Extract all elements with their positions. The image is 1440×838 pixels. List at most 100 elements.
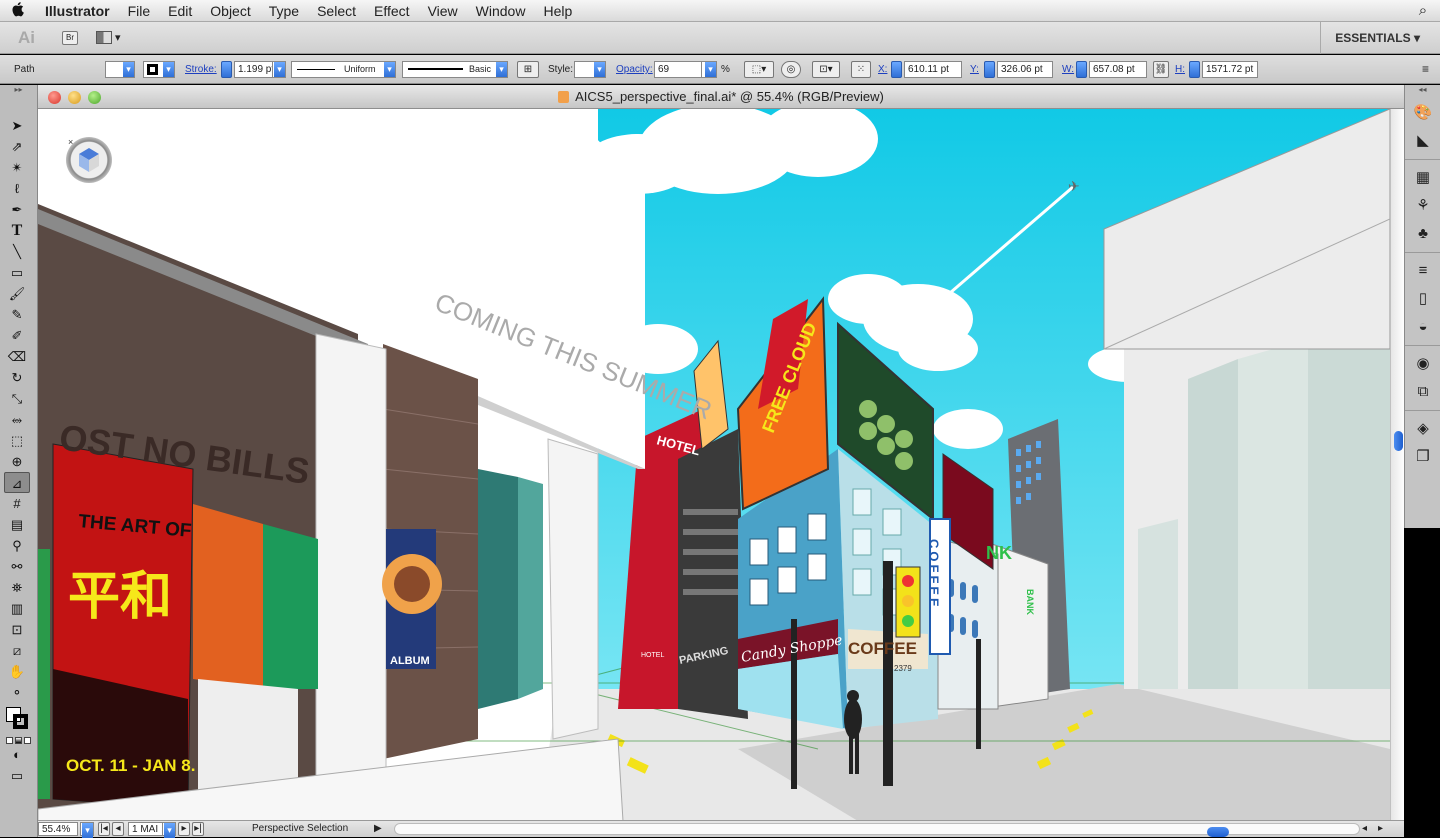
color-panel-icon[interactable]: 🎨	[1405, 99, 1440, 127]
width-tool-icon[interactable]: ⥈	[4, 409, 30, 430]
stroke-panel-icon[interactable]: ≡	[1405, 257, 1440, 285]
arrange-documents-button[interactable]: ▾	[96, 30, 124, 46]
artboard-field[interactable]: 1 MAI	[128, 822, 164, 836]
horizontal-scrollbar[interactable]	[394, 823, 1360, 837]
apple-menu-icon[interactable]	[0, 1, 36, 21]
menu-effect[interactable]: Effect	[365, 0, 419, 22]
current-tool-status[interactable]: Perspective Selection	[252, 822, 348, 836]
artboard-dropdown[interactable]	[162, 822, 176, 838]
none-mode-icon[interactable]	[24, 737, 31, 744]
gradient-panel-icon[interactable]: ▯	[1405, 285, 1440, 313]
free-transform-tool-icon[interactable]: ⬚	[4, 430, 30, 451]
h-stepper[interactable]	[1189, 61, 1200, 78]
spotlight-search-icon[interactable]: ⌕	[1406, 2, 1440, 19]
stroke-label-link[interactable]: Stroke:	[185, 61, 217, 78]
hand-tool-icon[interactable]: ✋	[4, 661, 30, 682]
horizontal-scroll-thumb[interactable]	[1207, 827, 1229, 837]
menu-window[interactable]: Window	[467, 0, 535, 22]
opacity-dropdown[interactable]	[701, 61, 717, 78]
perspective-artwork[interactable]: ✈ COMING THIS SUMMER OST NO BILLS THE AR…	[38, 109, 1390, 821]
stroke-weight-stepper[interactable]	[221, 61, 232, 78]
gradient-tool-icon[interactable]: ▤	[4, 514, 30, 535]
menu-file[interactable]: File	[119, 0, 160, 22]
symbols-panel-icon[interactable]: ♣	[1405, 220, 1440, 248]
menu-type[interactable]: Type	[260, 0, 308, 22]
graphic-styles-panel-icon[interactable]: ⧉	[1405, 378, 1440, 406]
blob-brush-tool-icon[interactable]: ✐	[4, 325, 30, 346]
transform-reference-button[interactable]: ⊡▾	[812, 61, 840, 78]
opacity-field[interactable]: 69	[654, 61, 702, 78]
mesh-tool-icon[interactable]: #	[4, 493, 30, 514]
menu-view[interactable]: View	[419, 0, 467, 22]
color-mode-icon[interactable]	[6, 737, 13, 744]
scale-tool-icon[interactable]: ⤡	[4, 388, 30, 409]
stroke-weight-dropdown[interactable]	[272, 61, 286, 78]
stroke-color-dropdown[interactable]	[143, 61, 175, 78]
minimize-window-button[interactable]	[68, 91, 81, 104]
zoom-window-button[interactable]	[88, 91, 101, 104]
menu-help[interactable]: Help	[534, 0, 581, 22]
gradient-mode-icon[interactable]	[15, 737, 22, 744]
close-grid-icon[interactable]: ×	[68, 137, 73, 147]
slice-tool-icon[interactable]: ⧄	[4, 640, 30, 661]
paintbrush-tool-icon[interactable]: 🖌	[4, 283, 30, 304]
menu-app-name[interactable]: Illustrator	[36, 0, 119, 22]
eyedropper-tool-icon[interactable]: ⚲	[4, 535, 30, 556]
vertical-scrollbar[interactable]	[1390, 109, 1404, 821]
fill-color-dropdown[interactable]	[105, 61, 135, 78]
last-artboard-button[interactable]: ▸|	[192, 822, 204, 836]
opacity-label-link[interactable]: Opacity:	[616, 61, 653, 78]
screen-mode-icon[interactable]: ▭	[4, 765, 30, 786]
eraser-tool-icon[interactable]: ⌫	[4, 346, 30, 367]
y-field[interactable]: 326.06 pt	[997, 61, 1053, 78]
collapse-dock-icon[interactable]: ▸▸	[0, 85, 37, 95]
close-window-button[interactable]	[48, 91, 61, 104]
vertical-scroll-thumb[interactable]	[1394, 431, 1403, 451]
expand-dock-icon[interactable]: ◂◂	[1405, 85, 1440, 95]
perspective-grid-tool-icon[interactable]: ⊿	[4, 472, 30, 493]
brush-definition-dropdown[interactable]: Basic	[402, 61, 508, 78]
rotate-tool-icon[interactable]: ↻	[4, 367, 30, 388]
zoom-level-dropdown[interactable]	[80, 822, 94, 838]
panel-menu-icon[interactable]: ≡	[1422, 61, 1429, 78]
w-field[interactable]: 657.08 pt	[1089, 61, 1147, 78]
direct-selection-tool-icon[interactable]: ⇗	[4, 136, 30, 157]
menu-edit[interactable]: Edit	[159, 0, 201, 22]
status-menu-arrow-icon[interactable]: ▶	[374, 822, 382, 836]
isolation-mode-icon[interactable]: ◎	[781, 61, 801, 78]
previous-artboard-button[interactable]: ◂	[112, 822, 124, 836]
rectangle-tool-icon[interactable]: ▭	[4, 262, 30, 283]
h-field[interactable]: 1571.72 pt	[1202, 61, 1258, 78]
lasso-tool-icon[interactable]: ℓ	[4, 178, 30, 199]
pencil-tool-icon[interactable]: ✎	[4, 304, 30, 325]
scroll-right-arrow-icon[interactable]: ▸	[1378, 822, 1383, 836]
y-stepper[interactable]	[984, 61, 995, 78]
document-title-bar[interactable]: AICS5_perspective_final.ai* @ 55.4% (RGB…	[38, 85, 1404, 109]
align-stroke-button[interactable]: ⊞	[517, 61, 539, 78]
type-tool-icon[interactable]: T	[4, 220, 30, 241]
blend-tool-icon[interactable]: ⚯	[4, 556, 30, 577]
menu-object[interactable]: Object	[201, 0, 259, 22]
perspective-plane-widget[interactable]: ×	[66, 137, 112, 183]
x-label[interactable]: X:	[878, 61, 887, 78]
variable-width-dropdown[interactable]: Uniform	[291, 61, 396, 78]
constrain-proportions-icon[interactable]: ⛓	[1153, 61, 1169, 78]
menu-select[interactable]: Select	[308, 0, 365, 22]
layers-panel-icon[interactable]: ◈	[1405, 415, 1440, 443]
x-stepper[interactable]	[891, 61, 902, 78]
stroke-swatch[interactable]	[13, 714, 28, 729]
artboards-panel-icon[interactable]: ❐	[1405, 443, 1440, 471]
brushes-panel-icon[interactable]: ⚘	[1405, 192, 1440, 220]
w-stepper[interactable]	[1076, 61, 1087, 78]
x-field[interactable]: 610.11 pt	[904, 61, 962, 78]
shape-builder-tool-icon[interactable]: ⊕	[4, 451, 30, 472]
stroke-weight-field[interactable]: 1.199 pt	[234, 61, 274, 78]
recolor-artwork-button[interactable]: ⬚▾	[744, 61, 774, 78]
magic-wand-tool-icon[interactable]: ✴	[4, 157, 30, 178]
go-to-bridge-button[interactable]: Br	[62, 30, 78, 45]
scroll-left-arrow-icon[interactable]: ◂	[1362, 822, 1367, 836]
fill-stroke-widget[interactable]	[4, 703, 32, 737]
graphic-style-dropdown[interactable]	[574, 61, 606, 78]
w-label[interactable]: W:	[1062, 61, 1074, 78]
reference-point-icon[interactable]: ⁙	[851, 61, 871, 78]
